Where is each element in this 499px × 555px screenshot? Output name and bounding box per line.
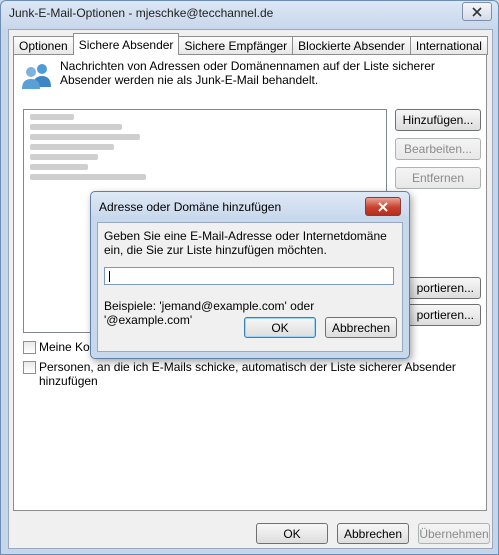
text-caret xyxy=(109,271,110,282)
safe-senders-description: Nachrichten von Adressen oder Domänennam… xyxy=(60,59,435,87)
address-input[interactable] xyxy=(104,267,394,285)
auto-add-recipients-checkbox[interactable] xyxy=(23,361,36,374)
tab-international[interactable]: International xyxy=(409,36,488,55)
close-icon xyxy=(472,6,482,17)
tab-blockierte-absender[interactable]: Blockierte Absender xyxy=(292,36,411,55)
list-item[interactable] xyxy=(30,134,140,140)
dialog-cancel-button[interactable]: Abbrechen xyxy=(325,317,397,338)
trust-contacts-label: Meine Kon xyxy=(39,340,97,354)
list-item[interactable] xyxy=(30,174,146,180)
list-item[interactable] xyxy=(30,144,114,150)
dialog-title: Adresse oder Domäne hinzufügen xyxy=(99,200,282,214)
tab-sichere-absender[interactable]: Sichere Absender xyxy=(72,33,180,55)
list-item[interactable] xyxy=(30,154,98,160)
remove-button[interactable]: Entfernen xyxy=(395,167,481,189)
dialog-prompt: Geben Sie eine E-Mail-Adresse oder Inter… xyxy=(104,229,387,257)
add-button[interactable]: Hinzufügen... xyxy=(395,109,481,131)
window-title: Junk-E-Mail-Optionen - mjeschke@tecchann… xyxy=(9,6,274,20)
cancel-button[interactable]: Abbrechen xyxy=(337,523,409,544)
dialog-ok-button[interactable]: OK xyxy=(244,317,316,338)
auto-add-recipients-label: Personen, an die ich E-Mails schicke, au… xyxy=(39,360,456,388)
dialog-client: Geben Sie eine E-Mail-Adresse oder Inter… xyxy=(97,222,403,352)
tab-optionen[interactable]: Optionen xyxy=(13,36,74,55)
window-close-button[interactable] xyxy=(462,2,492,21)
tab-strip: Optionen Sichere Absender Sichere Empfän… xyxy=(13,33,488,55)
edit-button[interactable]: Bearbeiten... xyxy=(395,138,481,160)
list-item[interactable] xyxy=(30,114,74,120)
add-address-dialog: Adresse oder Domäne hinzufügen Geben Sie… xyxy=(90,191,410,359)
apply-button[interactable]: Übernehmen xyxy=(418,523,490,544)
list-item[interactable] xyxy=(30,124,122,130)
dialog-close-button[interactable] xyxy=(365,197,401,216)
tab-sichere-empfaenger[interactable]: Sichere Empfänger xyxy=(178,36,294,55)
people-icon xyxy=(22,64,51,89)
list-item[interactable] xyxy=(30,164,88,170)
close-icon xyxy=(378,201,388,212)
ok-button[interactable]: OK xyxy=(256,523,328,544)
trust-contacts-checkbox[interactable] xyxy=(23,341,36,354)
